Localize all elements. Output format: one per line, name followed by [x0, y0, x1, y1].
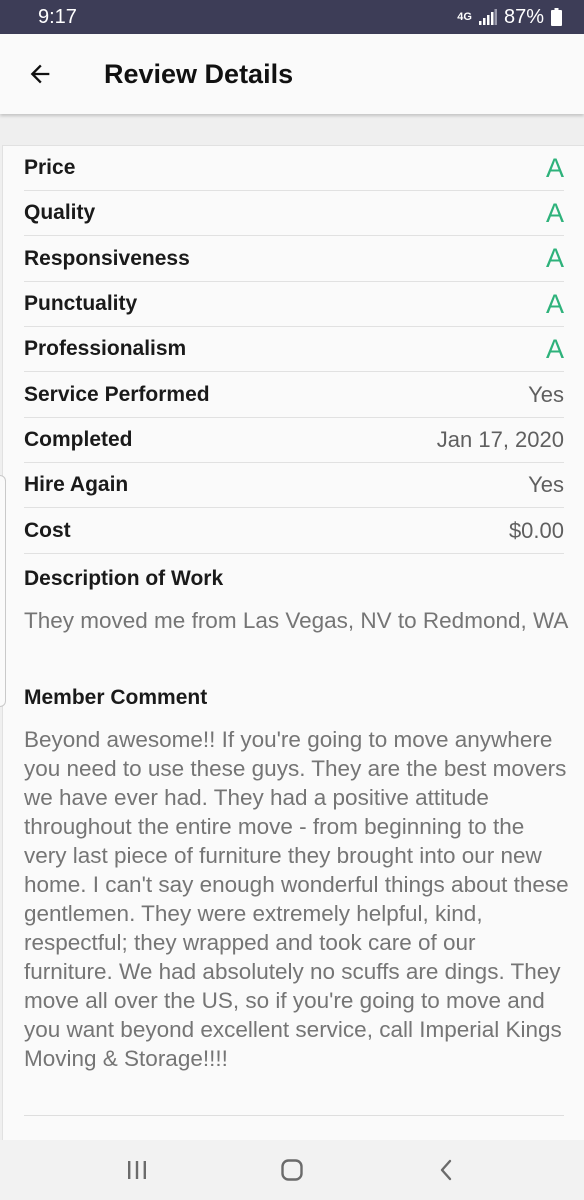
- signal-icon: [478, 9, 497, 25]
- description-text: They moved me from Las Vegas, NV to Redm…: [24, 608, 569, 633]
- rating-grade: A: [545, 333, 564, 364]
- status-time: 9:17: [38, 5, 77, 28]
- detail-value: Yes: [528, 472, 564, 497]
- review-card: Price A Quality A Responsiveness A Punct…: [2, 145, 584, 1140]
- detail-value: Yes: [528, 381, 564, 407]
- chevron-left-icon: [440, 1159, 451, 1181]
- recents-icon: [128, 1161, 147, 1179]
- detail-label: Completed: [24, 428, 133, 451]
- rating-label: Price: [24, 156, 76, 179]
- arrow-left-icon[interactable]: [26, 60, 54, 88]
- edge-panel-handle[interactable]: [0, 475, 6, 707]
- app-bar: Review Details: [0, 34, 584, 114]
- page-title: Review Details: [104, 58, 294, 89]
- rating-grade: A: [545, 288, 564, 319]
- divider: [24, 1115, 564, 1116]
- detail-label: Cost: [24, 518, 71, 542]
- rating-label: Responsiveness: [24, 246, 190, 270]
- rating-grade: A: [545, 197, 564, 228]
- battery-percent: 87%: [503, 5, 544, 28]
- detail-row-cost: Cost $0.00: [24, 508, 564, 554]
- rating-grade: A: [545, 243, 564, 273]
- rating-row-quality: Quality A: [24, 191, 564, 236]
- status-icons: 4G 87%: [457, 6, 562, 29]
- detail-value: $0.00: [508, 517, 564, 543]
- rating-row-responsiveness: Responsiveness A: [24, 236, 564, 282]
- comment-title: Member Comment: [24, 686, 208, 709]
- rating-grade: A: [545, 152, 564, 183]
- detail-label: Service Performed: [24, 382, 210, 406]
- detail-row-hire-again: Hire Again Yes: [24, 463, 564, 508]
- network-type: 4G: [457, 10, 472, 23]
- detail-label: Hire Again: [24, 473, 129, 496]
- comment-text: Beyond awesome!! If you're going to move…: [24, 727, 569, 1071]
- recents-button[interactable]: [115, 1148, 159, 1192]
- detail-row-service-performed: Service Performed Yes: [24, 372, 564, 418]
- rating-row-professionalism: Professionalism A: [24, 327, 564, 372]
- rating-row-punctuality: Punctuality A: [24, 282, 564, 327]
- system-nav-bar: [0, 1140, 584, 1200]
- battery-icon: [551, 8, 562, 26]
- home-icon: [281, 1159, 303, 1181]
- rating-label: Punctuality: [24, 292, 138, 315]
- rating-label: Quality: [24, 201, 96, 224]
- description-title: Description of Work: [24, 567, 224, 590]
- rating-label: Professionalism: [24, 337, 187, 360]
- detail-row-completed: Completed Jan 17, 2020: [24, 418, 564, 463]
- rating-row-price: Price A: [24, 146, 564, 191]
- status-bar: 9:17 4G 87%: [0, 0, 584, 34]
- nav-back-button[interactable]: [425, 1148, 469, 1192]
- detail-value: Jan 17, 2020: [436, 427, 564, 452]
- home-button[interactable]: [270, 1148, 314, 1192]
